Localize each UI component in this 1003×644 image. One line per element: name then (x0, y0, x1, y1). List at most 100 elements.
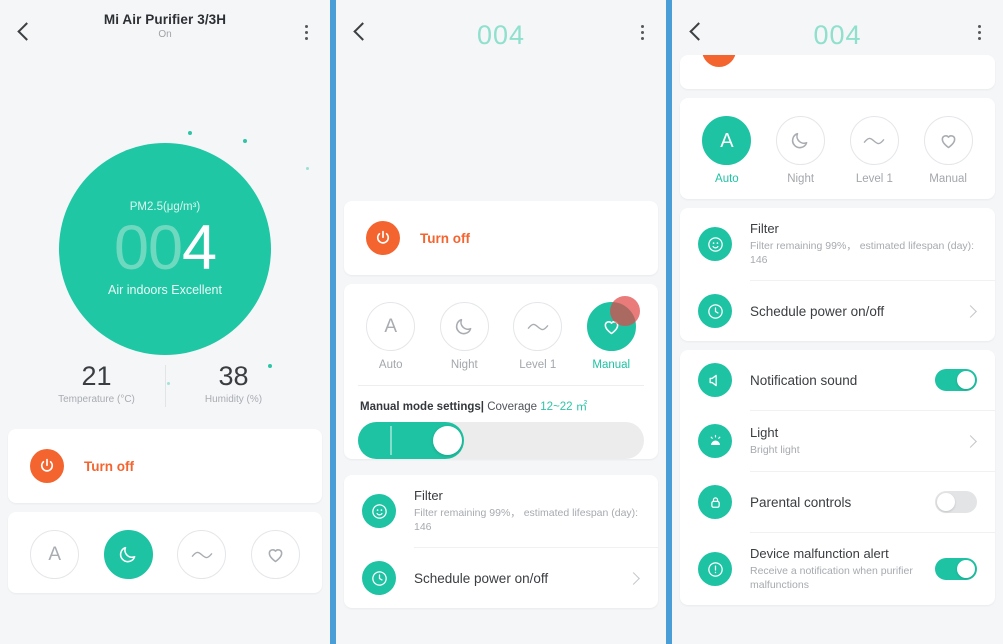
list-item-filter[interactable]: Filter Filter remaining 99%， estimated l… (680, 208, 995, 280)
power-card: Turn off (344, 201, 658, 275)
kebab-menu-icon[interactable] (969, 21, 989, 43)
mode-auto[interactable]: A (24, 530, 86, 579)
decor-dot-icon (268, 364, 272, 368)
notification-sound-title: Notification sound (750, 372, 858, 388)
notification-and-device-card: Notification sound Light Bright light Pa… (680, 350, 995, 605)
page-title: Mi Air Purifier 3/3H (103, 12, 227, 27)
mode-night[interactable]: Night (770, 116, 832, 185)
list-item-parental-controls[interactable]: Parental controls (680, 472, 995, 532)
metric-humidity: 38 Humidity (%) (178, 361, 290, 405)
back-arrow-icon[interactable] (686, 21, 708, 43)
panel-manual-mode: 004 Turn off A Auto Night Level 1 Manual… (336, 0, 666, 644)
metric-temperature: 21 Temperature (°C) (41, 361, 153, 405)
clock-icon (698, 294, 732, 328)
device-malfunction-toggle[interactable] (935, 558, 977, 580)
turn-off-label: Turn off (84, 458, 134, 474)
panel3-title-block: 004 (672, 12, 1003, 58)
mode-card: A Auto Night Level 1 Manual (680, 98, 995, 199)
coverage-value: 12~22 ㎡ (540, 401, 588, 413)
clock-icon (362, 561, 396, 595)
mode-night[interactable]: Night (433, 302, 495, 371)
pm25-gauge[interactable]: PM2.5(μg/m³) 004 Air indoors Excellent (59, 143, 271, 355)
heart-icon (250, 530, 300, 579)
device-malfunction-title: Device malfunction alert (750, 546, 889, 561)
slider-knob[interactable] (432, 426, 462, 455)
mode-manual[interactable]: Manual (917, 116, 979, 185)
status-bar (336, 0, 666, 9)
filter-title: Filter (414, 488, 443, 503)
panel1-title-block: Mi Air Purifier 3/3H On (0, 12, 330, 40)
power-icon (702, 55, 736, 67)
wave-icon (177, 530, 227, 579)
notification-sound-toggle[interactable] (935, 369, 977, 391)
mode-auto[interactable]: A Auto (360, 302, 422, 371)
wave-icon (513, 302, 563, 351)
list-item-light[interactable]: Light Bright light (680, 411, 995, 471)
list-item-text: Light Bright light (750, 425, 963, 457)
mode-level1[interactable]: Level 1 (507, 302, 569, 371)
toggle-knob (957, 371, 975, 389)
chevron-right-icon (963, 434, 977, 448)
settings-list-card: Filter Filter remaining 99%， estimated l… (344, 475, 658, 608)
mode-manual[interactable] (244, 530, 306, 579)
mode-manual[interactable]: Manual (580, 296, 642, 371)
kebab-menu-icon[interactable] (632, 21, 652, 43)
filter-icon (362, 494, 396, 528)
list-item-notification-sound[interactable]: Notification sound (680, 350, 995, 410)
mode-and-settings-card: A Auto Night Level 1 Manual Manual mode … (344, 284, 658, 459)
mode-selector: A Auto Night Level 1 Manual (680, 98, 995, 199)
list-item-text: Schedule power on/off (414, 571, 626, 586)
back-arrow-icon[interactable] (14, 21, 36, 43)
letter-a-icon: A (702, 116, 752, 165)
turn-off-button[interactable]: Turn off (8, 429, 322, 503)
list-item-schedule[interactable]: Schedule power on/off (680, 281, 995, 341)
panel3-header: 004 (672, 9, 1003, 55)
mode-selector: A (8, 512, 322, 593)
pm25-unit-label: PM2.5(μg/m³) (129, 201, 201, 213)
back-arrow-icon[interactable] (350, 21, 372, 43)
mode-night[interactable] (97, 530, 159, 579)
light-subtitle: Bright light (750, 444, 800, 456)
list-item-text: Parental controls (750, 495, 935, 510)
mode-selector: A Auto Night Level 1 Manual (344, 284, 658, 385)
filter-title: Filter (750, 221, 779, 236)
panel2-title-block: 004 (336, 12, 666, 58)
schedule-title: Schedule power on/off (414, 570, 549, 586)
turn-off-label: Turn off (420, 230, 470, 246)
mode-night-label: Night (787, 173, 815, 185)
mode-night-label: Night (450, 359, 478, 371)
mode-auto[interactable]: A Auto (696, 116, 758, 185)
schedule-title: Schedule power on/off (750, 303, 885, 319)
mode-level1-label: Level 1 (519, 359, 557, 371)
parental-controls-toggle[interactable] (935, 491, 977, 513)
moon-icon (776, 116, 826, 165)
power-icon (30, 449, 64, 483)
mode-level1[interactable] (171, 530, 233, 579)
kebab-menu-icon[interactable] (296, 21, 316, 43)
mode-level1[interactable]: Level 1 (843, 116, 905, 185)
air-quality-hero: PM2.5(μg/m³) 004 Air indoors Excellent (0, 55, 330, 385)
mode-level1-label: Level 1 (855, 173, 893, 185)
list-item-device-malfunction-alert[interactable]: Device malfunction alert Receive a notif… (680, 533, 995, 605)
panel-settings-list: 004 A Auto Night Level 1 Manual Filter F… (672, 0, 1003, 644)
toggle-knob (957, 560, 975, 578)
mode-card: A (8, 512, 322, 593)
temperature-caption: Temperature (°C) (58, 394, 135, 405)
device-malfunction-subtitle: Receive a notification when purifier mal… (750, 565, 913, 591)
turn-off-button[interactable]: Turn off (344, 201, 658, 275)
list-item-schedule[interactable]: Schedule power on/off (344, 548, 658, 608)
manual-settings-separator: | (480, 401, 484, 413)
parental-controls-title: Parental controls (750, 494, 852, 510)
pm25-value-digit: 4 (182, 213, 217, 283)
air-quality-status: Air indoors Excellent (108, 283, 222, 297)
humidity-value: 38 (218, 361, 249, 391)
list-item-filter[interactable]: Filter Filter remaining 99%， estimated l… (344, 475, 658, 547)
fan-speed-slider[interactable] (358, 422, 644, 459)
filter-subtitle: Filter remaining 99%， estimated lifespan… (414, 507, 639, 533)
manual-settings-title: Manual mode settings| Coverage 12~22 ㎡ (344, 386, 658, 422)
power-card-partial[interactable] (680, 55, 995, 89)
chevron-right-icon (963, 304, 977, 318)
light-title: Light (750, 425, 779, 440)
power-icon (366, 221, 400, 255)
mode-manual-label: Manual (592, 359, 631, 371)
